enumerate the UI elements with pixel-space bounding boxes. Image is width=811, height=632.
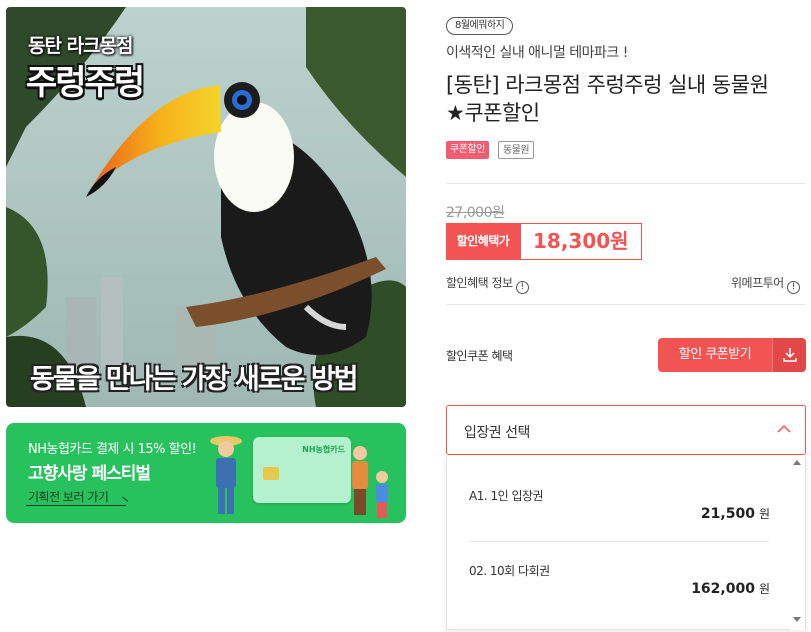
banner-line2: 고향사랑 페스티벌 (28, 464, 151, 484)
card-brand: NH농협카드 (302, 445, 345, 454)
sale-price: 18,300원 (520, 223, 642, 260)
option-price: 21,500 원 (700, 506, 770, 522)
discount-label: 할인혜택가 (446, 223, 520, 260)
hero-image: 동탄 라크몽점 주렁주렁 동물을 만나는 가장 새로운 방법 (6, 7, 406, 407)
discount-info[interactable]: 할인혜택 정보! (446, 274, 529, 294)
hero-title: 주렁주렁 (26, 63, 145, 103)
credit-card-image: NH농협카드 (253, 437, 351, 503)
option-name: A1. 1인 입장권 (469, 489, 544, 503)
info-icon[interactable]: ! (786, 281, 800, 294)
option-price: 162,000 원 (691, 581, 770, 597)
arrow-icon (26, 505, 126, 506)
ticket-options-list: A1. 1인 입장권 21,500 원 02. 10회 다회권 162,000 원 (446, 455, 806, 630)
seller-info[interactable]: 위메프투어! (731, 274, 800, 294)
divider (446, 304, 806, 305)
discount-info-label: 할인혜택 정보 (446, 276, 513, 290)
farmer-illustration (210, 436, 242, 514)
product-subtitle: 이색적인 실내 애니멀 테마파크 ! (446, 45, 628, 61)
divider (446, 183, 806, 184)
banner-link[interactable]: 기획전 보러 가기 (28, 488, 109, 505)
badge-category: 동물원 (498, 141, 535, 159)
family-illustration (352, 446, 388, 518)
scrollbar[interactable] (791, 455, 805, 630)
ticket-option[interactable]: A1. 1인 입장권 21,500 원 (447, 455, 792, 541)
original-price: 27,000원 (446, 205, 505, 221)
get-coupon-button[interactable]: 할인 쿠폰받기 (658, 338, 772, 372)
info-icon[interactable]: ! (515, 281, 529, 294)
hero-caption: 동물을 만나는 가장 새로운 방법 (30, 364, 359, 395)
product-title: [동탄] 라크몽점 주렁주렁 실내 동물원 ★쿠폰할인 (446, 73, 769, 125)
chevron-up-icon (777, 424, 791, 433)
hero-subtitle: 동탄 라크몽점 (28, 35, 133, 57)
coupon-label: 할인쿠폰 혜택 (446, 349, 513, 363)
scroll-down-icon[interactable] (793, 617, 801, 622)
ticket-select[interactable]: 입장권 선택 (446, 405, 806, 455)
download-icon[interactable] (772, 338, 806, 372)
card-chip-icon (263, 467, 279, 480)
scroll-up-icon[interactable] (793, 460, 801, 465)
product-page: 동탄 라크몽점 주렁주렁 동물을 만나는 가장 새로운 방법 NH농협카드 결제… (0, 0, 811, 632)
promo-banner[interactable]: NH농협카드 결제 시 15% 할인! 고향사랑 페스티벌 기획전 보러 가기 … (6, 423, 406, 523)
badge-coupon: 쿠폰할인 (446, 141, 489, 159)
ticket-option[interactable]: 02. 10회 다회권 162,000 원 (447, 542, 792, 630)
banner-line1: NH농협카드 결제 시 15% 할인! (28, 442, 197, 457)
event-tag[interactable]: 8월에뭐하지 (446, 17, 514, 35)
option-name: 02. 10회 다회권 (469, 564, 550, 578)
seller-name: 위메프투어 (731, 276, 784, 290)
ticket-select-label: 입장권 선택 (464, 425, 530, 441)
